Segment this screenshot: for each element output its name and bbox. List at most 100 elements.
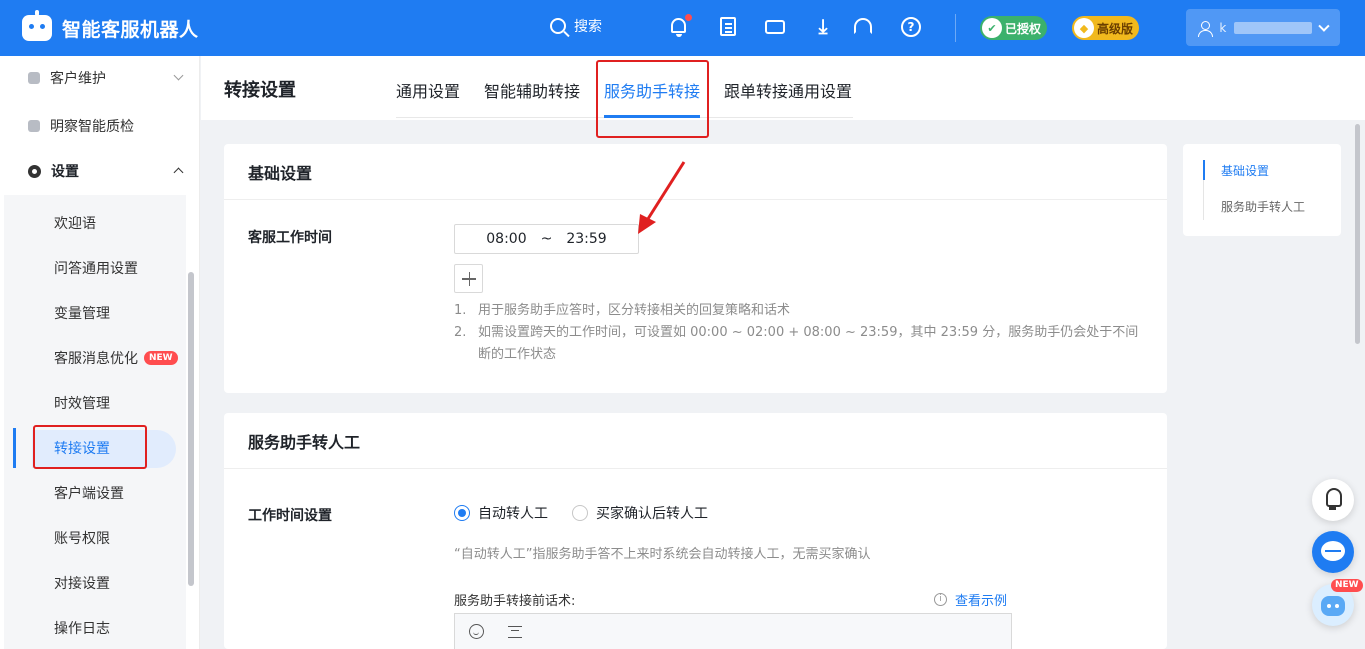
sidebar: 客户维护 明察智能质检 设置 欢迎语 问答通用设置 变量管理 客服消息优化 NE… (0, 56, 200, 649)
variable-icon[interactable] (508, 625, 522, 638)
section-title: 服务助手转人工 (224, 413, 1167, 469)
sidebar-item-timeliness[interactable]: 时效管理 (4, 383, 186, 423)
transfer-mode-radio-group: 自动转人工 买家确认后转人工 (454, 503, 708, 523)
header-divider (955, 14, 956, 42)
shield-check-icon: ✔ (982, 18, 1002, 38)
anchor-transfer-to-human[interactable]: 服务助手转人工 (1221, 198, 1305, 215)
notes-list: 1. 用于服务助手应答时，区分转接相关的回复策略和话术 2. 如需设置跨天的工作… (454, 300, 1144, 366)
note-item: 2. 如需设置跨天的工作时间，可设置如 00:00 ~ 02:00 + 08:0… (454, 322, 1144, 366)
document-list-icon[interactable] (718, 16, 740, 38)
sidebar-item-quality-check[interactable]: 明察智能质检 (0, 104, 200, 148)
annotation-arrow-icon (638, 161, 686, 234)
user-menu[interactable]: k (1186, 9, 1340, 46)
settings-submenu: 欢迎语 问答通用设置 变量管理 客服消息优化 NEW 时效管理 转接设置 客户端… (4, 195, 186, 649)
sidebar-item-integration[interactable]: 对接设置 (4, 563, 186, 603)
anchor-active-bar (1203, 160, 1205, 180)
page-title: 转接设置 (224, 80, 296, 101)
pre-script-label: 服务助手转接前话术: (454, 594, 576, 609)
tab-smart-assist[interactable]: 智能辅助转接 (484, 78, 580, 102)
transfer-hint: “自动转人工”指服务助手答不上来时系统会自动转接人工，无需买家确认 (454, 547, 871, 562)
tab-order-follow[interactable]: 跟单转接通用设置 (724, 78, 852, 102)
sidebar-item-label: 操作日志 (54, 621, 110, 637)
search-button[interactable]: 搜索 (550, 16, 602, 36)
new-badge: NEW (1331, 579, 1363, 592)
sidebar-item-label: 账号权限 (54, 531, 110, 547)
quality-check-icon (28, 120, 40, 132)
sidebar-item-settings[interactable]: 设置 (0, 149, 200, 193)
active-indicator (13, 428, 16, 468)
work-time-setting-label: 工作时间设置 (248, 508, 332, 524)
sidebar-item-customer-care[interactable]: 客户维护 (0, 56, 200, 100)
authorized-label: 已授权 (1005, 21, 1042, 36)
note-number: 1. (454, 303, 467, 318)
chevron-down-icon (1318, 19, 1330, 32)
page-scrollbar[interactable] (1355, 124, 1360, 344)
robot-logo-icon (22, 10, 52, 41)
transfer-to-human-card: 服务助手转人工 工作时间设置 自动转人工 买家确认后转人工 “自动转人工”指服务… (224, 413, 1167, 649)
view-example-text[interactable]: 查看示例 (955, 590, 1007, 609)
sidebar-scrollbar[interactable] (188, 272, 194, 586)
anchor-basic-settings[interactable]: 基础设置 (1221, 162, 1269, 179)
sidebar-item-operation-log[interactable]: 操作日志 (4, 608, 186, 648)
diamond-icon: ◆ (1074, 18, 1094, 38)
sidebar-item-label: 客服消息优化 (54, 351, 138, 367)
app-title: 智能客服机器人 (62, 18, 199, 41)
sidebar-item-label: 问答通用设置 (54, 261, 138, 277)
search-icon (550, 18, 566, 34)
view-example-link[interactable]: i 查看示例 (934, 590, 1007, 609)
radio-auto-transfer[interactable] (454, 505, 470, 521)
work-time-range-input[interactable]: 08:00 ~ 23:59 (454, 224, 639, 254)
sidebar-item-message-optimization[interactable]: 客服消息优化 NEW (4, 338, 186, 378)
headset-icon[interactable] (852, 16, 874, 38)
radio-label[interactable]: 自动转人工 (478, 503, 548, 523)
gear-icon (28, 164, 41, 178)
user-icon (1198, 20, 1214, 37)
section-title: 基础设置 (224, 144, 1167, 200)
page-header: 转接设置 通用设置 智能辅助转接 服务助手转接 跟单转接通用设置 (201, 56, 1365, 120)
chevron-up-icon (173, 167, 184, 178)
note-text: 如需设置跨天的工作时间，可设置如 00:00 ~ 02:00 + 08:00 ~… (478, 325, 1139, 362)
end-time[interactable]: 23:59 (566, 231, 606, 247)
authorized-badge[interactable]: ✔ 已授权 (980, 16, 1048, 40)
notification-bell-icon[interactable] (668, 14, 692, 38)
emoji-icon[interactable] (469, 624, 484, 639)
sidebar-item-qa-settings[interactable]: 问答通用设置 (4, 248, 186, 288)
radio-label[interactable]: 买家确认后转人工 (596, 503, 708, 523)
tab-general[interactable]: 通用设置 (396, 78, 460, 102)
edition-badge[interactable]: ◆ 高级版 (1072, 16, 1140, 40)
download-icon[interactable]: ⤓ (812, 16, 834, 38)
start-time[interactable]: 08:00 (486, 231, 526, 247)
highlight-box-sidebar (33, 425, 147, 469)
user-name-masked (1234, 21, 1313, 34)
lightbulb-icon[interactable] (1312, 479, 1354, 521)
sidebar-item-welcome[interactable]: 欢迎语 (4, 203, 186, 243)
note-number: 2. (454, 325, 467, 340)
top-bar: 智能客服机器人 搜索 ⤓ ? ✔ 已授权 ◆ 高级版 k (0, 0, 1365, 56)
sidebar-item-account-permissions[interactable]: 账号权限 (4, 518, 186, 558)
basic-settings-card: 基础设置 客服工作时间 08:00 ~ 23:59 1. 用于服务助手应答时，区… (224, 144, 1167, 393)
info-icon: i (934, 593, 947, 606)
sidebar-item-label: 客户端设置 (54, 486, 124, 502)
sidebar-item-variables[interactable]: 变量管理 (4, 293, 186, 333)
add-time-range-button[interactable] (454, 264, 483, 293)
search-label: 搜索 (574, 19, 602, 35)
pulse-monitor-icon[interactable] (1312, 531, 1354, 573)
sidebar-item-label: 设置 (51, 164, 79, 180)
note-text: 用于服务助手应答时，区分转接相关的回复策略和话术 (478, 303, 791, 318)
new-badge: NEW (144, 351, 178, 365)
help-icon[interactable]: ? (900, 16, 922, 38)
anchor-line (1203, 180, 1204, 220)
user-name: k (1219, 20, 1227, 35)
sidebar-item-label: 对接设置 (54, 576, 110, 592)
sidebar-item-label: 欢迎语 (54, 216, 96, 232)
customer-care-icon (28, 72, 40, 84)
brand[interactable]: 智能客服机器人 (22, 10, 199, 44)
time-separator: ~ (540, 231, 553, 247)
sidebar-item-client-settings[interactable]: 客户端设置 (4, 473, 186, 513)
work-time-label: 客服工作时间 (248, 230, 332, 246)
ticket-icon[interactable] (764, 16, 786, 38)
sidebar-item-label: 变量管理 (54, 306, 110, 322)
section-anchor-nav: 基础设置 服务助手转人工 (1183, 144, 1341, 236)
radio-buyer-confirm[interactable] (572, 505, 588, 521)
sidebar-item-label: 时效管理 (54, 396, 110, 412)
